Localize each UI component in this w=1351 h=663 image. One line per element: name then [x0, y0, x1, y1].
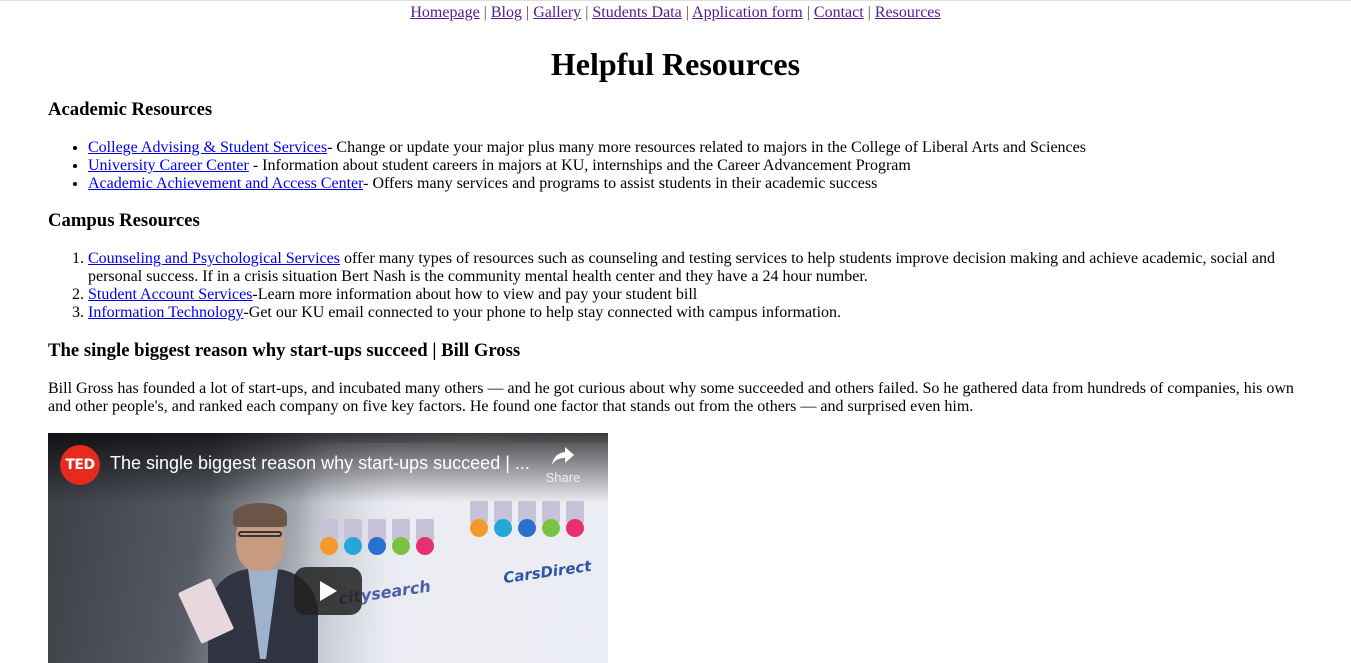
- nav-separator: |: [685, 4, 689, 21]
- list-item: University Career Center - Information a…: [88, 157, 1303, 175]
- item-description: -Learn more information about how to vie…: [252, 286, 698, 303]
- nav-separator: |: [483, 4, 487, 21]
- academic-list: College Advising & Student Services- Cha…: [48, 139, 1303, 193]
- campus-heading: Campus Resources: [48, 210, 200, 231]
- list-item: Information Technology-Get our KU email …: [88, 304, 1303, 322]
- nav-students-data[interactable]: Students Data: [592, 4, 681, 21]
- speaker-glasses: [238, 531, 282, 537]
- ted-logo[interactable]: TED: [60, 445, 100, 485]
- link-student-account[interactable]: Student Account Services: [88, 286, 252, 303]
- link-information-technology[interactable]: Information Technology: [88, 304, 243, 321]
- link-college-advising[interactable]: College Advising & Student Services: [88, 139, 327, 156]
- list-item: Counseling and Psychological Services of…: [88, 250, 1303, 286]
- share-icon: [552, 447, 574, 465]
- item-description: - Change or update your major plus many …: [327, 139, 1086, 156]
- list-item: Academic Achievement and Access Center- …: [88, 175, 1303, 193]
- link-career-center[interactable]: University Career Center: [88, 157, 249, 174]
- page-title: Helpful Resources: [550, 46, 801, 82]
- play-button[interactable]: [294, 567, 362, 615]
- link-counseling[interactable]: Counseling and Psychological Services: [88, 250, 340, 267]
- video-embed[interactable]: citysearch CarsDirect TED The single big…: [48, 433, 608, 663]
- slide-dot-group: [470, 519, 584, 537]
- link-academic-achievement[interactable]: Academic Achievement and Access Center: [88, 175, 363, 192]
- top-nav: Homepage | Blog | Gallery | Students Dat…: [0, 1, 1351, 26]
- item-description: -Get our KU email connected to your phon…: [243, 304, 842, 321]
- speaker-hair: [233, 503, 287, 527]
- nav-contact[interactable]: Contact: [814, 4, 864, 21]
- nav-resources[interactable]: Resources: [875, 4, 941, 21]
- nav-blog[interactable]: Blog: [491, 4, 522, 21]
- nav-gallery[interactable]: Gallery: [533, 4, 581, 21]
- list-item: Student Account Services-Learn more info…: [88, 286, 1303, 304]
- campus-list: Counseling and Psychological Services of…: [48, 250, 1303, 322]
- video-title[interactable]: The single biggest reason why start-ups …: [110, 453, 540, 474]
- nav-separator: |: [585, 4, 589, 21]
- talk-description: Bill Gross has founded a lot of start-up…: [48, 380, 1294, 415]
- academic-heading: Academic Resources: [48, 99, 213, 120]
- talk-heading: The single biggest reason why start-ups …: [48, 340, 521, 361]
- slide-dot-group: [320, 537, 434, 555]
- nav-separator: |: [526, 4, 530, 21]
- item-description: - Information about student careers in m…: [248, 157, 911, 174]
- main-content: Academic Resources College Advising & St…: [0, 99, 1351, 663]
- play-icon: [320, 581, 337, 601]
- share-label: Share: [545, 470, 581, 485]
- nav-separator: |: [806, 4, 810, 21]
- share-button[interactable]: Share: [538, 445, 588, 485]
- nav-separator: |: [867, 4, 871, 21]
- list-item: College Advising & Student Services- Cha…: [88, 139, 1303, 157]
- item-description: - Offers many services and programs to a…: [363, 175, 878, 192]
- nav-homepage[interactable]: Homepage: [410, 4, 479, 21]
- nav-application-form[interactable]: Application form: [692, 4, 803, 21]
